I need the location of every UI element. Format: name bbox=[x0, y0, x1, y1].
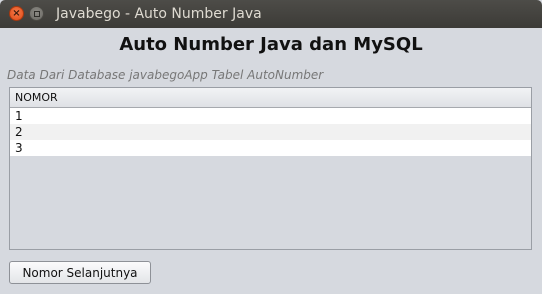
minimize-glyph bbox=[33, 10, 40, 17]
window-title: Javabego - Auto Number Java bbox=[56, 6, 262, 22]
table-caption: Data Dari Database javabegoApp Tabel Aut… bbox=[7, 68, 324, 82]
next-number-button[interactable]: Nomor Selanjutnya bbox=[9, 261, 151, 284]
page-title: Auto Number Java dan MySQL bbox=[119, 34, 423, 55]
app-window: × Javabego - Auto Number Java Auto Numbe… bbox=[0, 0, 542, 294]
minimize-icon[interactable] bbox=[29, 6, 44, 21]
close-glyph: × bbox=[12, 7, 21, 19]
table-row[interactable]: 3 bbox=[10, 140, 531, 156]
table-row[interactable]: 1 bbox=[10, 108, 531, 124]
number-table[interactable]: NOMOR 1 2 3 bbox=[9, 87, 532, 250]
title-bar[interactable]: × Javabego - Auto Number Java bbox=[0, 0, 542, 28]
close-icon[interactable]: × bbox=[9, 6, 24, 21]
table-row[interactable]: 2 bbox=[10, 124, 531, 140]
column-header-nomor[interactable]: NOMOR bbox=[10, 88, 531, 108]
